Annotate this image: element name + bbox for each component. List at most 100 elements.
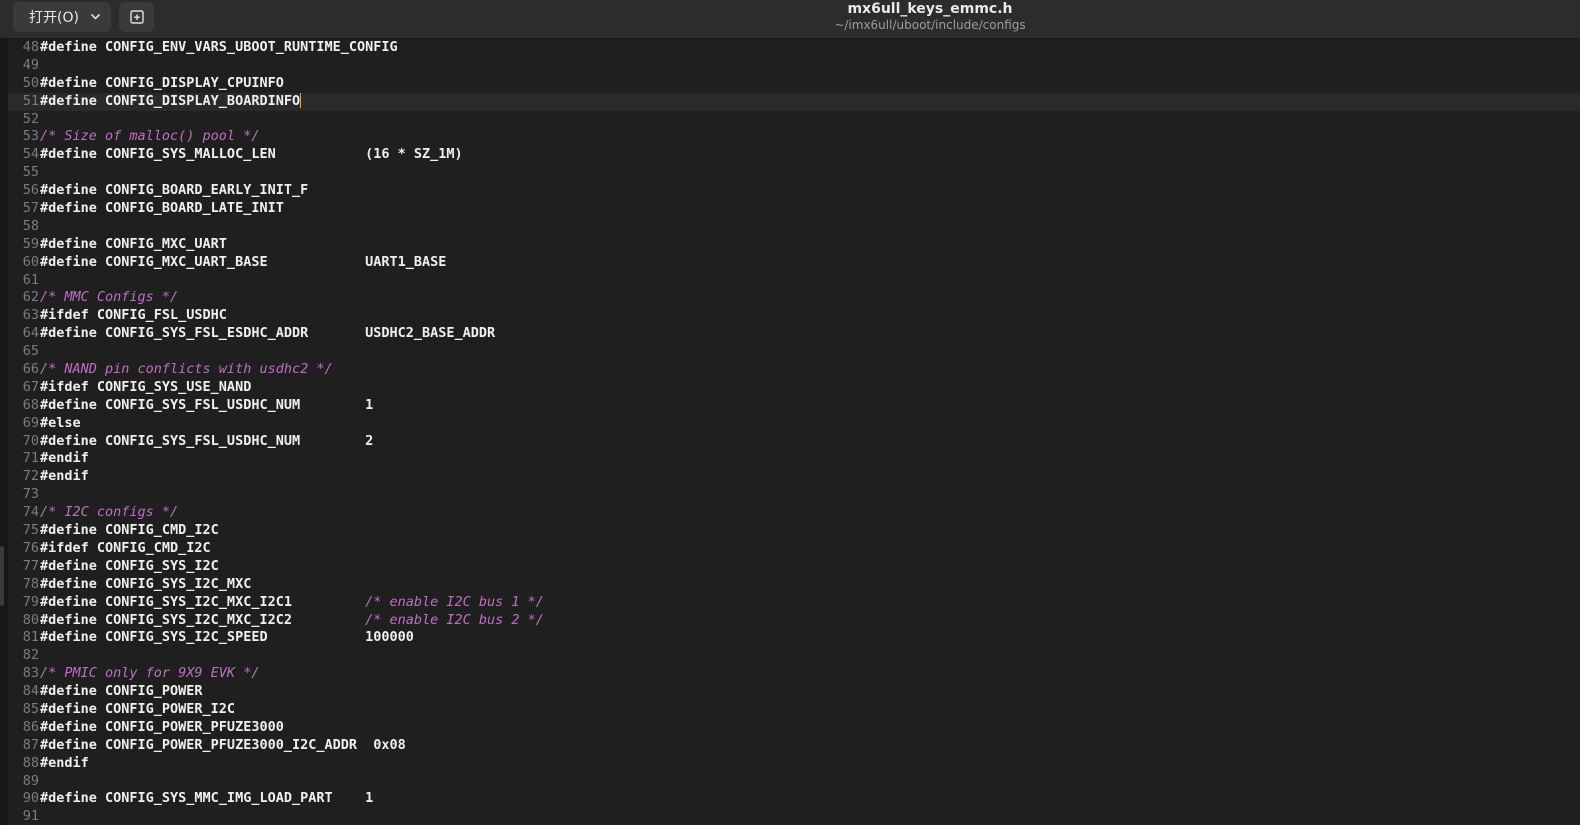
line-number: 74	[22, 504, 39, 521]
code-line[interactable]: 79 #define CONFIG_SYS_I2C_MXC_I2C1 /* ena…	[8, 594, 1580, 612]
line-number: 62	[22, 289, 39, 306]
code-line[interactable]: 58	[8, 218, 1580, 236]
code-line[interactable]: 67 #ifdef CONFIG_SYS_USE_NAND	[8, 379, 1580, 397]
code-line[interactable]: 65	[8, 343, 1580, 361]
code-line[interactable]: 85 #define CONFIG_POWER_I2C	[8, 701, 1580, 719]
line-number: 78	[22, 575, 39, 592]
code-line[interactable]: 68 #define CONFIG_SYS_FSL_USDHC_NUM 1	[8, 397, 1580, 415]
line-code: #define CONFIG_MXC_UART_BASE UART1_BASE	[40, 254, 446, 272]
line-number: 89	[22, 772, 39, 789]
code-line[interactable]: 56 #define CONFIG_BOARD_EARLY_INIT_F	[8, 182, 1580, 200]
code-text: #define CONFIG_POWER_PFUZE3000_I2C_ADDR …	[40, 736, 406, 753]
code-line[interactable]: 63 #ifdef CONFIG_FSL_USDHC	[8, 307, 1580, 325]
code-line[interactable]: 87 #define CONFIG_POWER_PFUZE3000_I2C_ADD…	[8, 737, 1580, 755]
code-line[interactable]: 91	[8, 808, 1580, 825]
code-line[interactable]: 74/* I2C configs */	[8, 504, 1580, 522]
code-line[interactable]: 70 #define CONFIG_SYS_FSL_USDHC_NUM 2	[8, 433, 1580, 451]
new-document-button[interactable]	[119, 2, 154, 32]
code-line[interactable]: 73	[8, 486, 1580, 504]
line-code: #define CONFIG_SYS_I2C_MXC_I2C1 /* enabl…	[40, 594, 544, 612]
line-code: #define CONFIG_POWER_I2C	[40, 701, 235, 719]
line-code: #endif	[40, 755, 89, 773]
code-line[interactable]: 55	[8, 164, 1580, 182]
code-line[interactable]: 76 #ifdef CONFIG_CMD_I2C	[8, 540, 1580, 558]
code-line[interactable]: 84 #define CONFIG_POWER	[8, 683, 1580, 701]
line-number: 87	[22, 736, 39, 753]
code-line[interactable]: 49	[8, 57, 1580, 75]
code-line[interactable]: 54 #define CONFIG_SYS_MALLOC_LEN (16 * SZ…	[8, 146, 1580, 164]
line-number: 91	[22, 808, 39, 825]
code-text: #ifdef CONFIG_FSL_USDHC	[40, 307, 227, 324]
code-line[interactable]: 57 #define CONFIG_BOARD_LATE_INIT	[8, 200, 1580, 218]
code-line[interactable]: 83/* PMIC only for 9X9 EVK */	[8, 665, 1580, 683]
line-code: #define CONFIG_BOARD_EARLY_INIT_F	[40, 182, 308, 200]
line-code: #define CONFIG_SYS_I2C_MXC_I2C2 /* enabl…	[40, 612, 544, 630]
code-text: #define CONFIG_SYS_FSL_ESDHC_ADDR USDHC2…	[40, 325, 496, 342]
code-comment: /* MMC Configs */	[40, 289, 179, 306]
line-code: #define CONFIG_SYS_MMC_IMG_LOAD_PART 1	[40, 790, 373, 808]
code-line[interactable]: 69 #else	[8, 415, 1580, 433]
line-code: #ifdef CONFIG_FSL_USDHC	[40, 307, 227, 325]
line-number: 81	[22, 629, 39, 646]
code-text: #define CONFIG_BOARD_EARLY_INIT_F	[40, 182, 309, 199]
code-line[interactable]: 60 #define CONFIG_MXC_UART_BASE UART1_BAS…	[8, 254, 1580, 272]
line-number: 50	[22, 74, 39, 91]
line-code: #define CONFIG_ENV_VARS_UBOOT_RUNTIME_CO…	[40, 39, 398, 57]
line-code: #define CONFIG_DISPLAY_CPUINFO	[40, 75, 284, 93]
code-line[interactable]: 90 #define CONFIG_SYS_MMC_IMG_LOAD_PART 1	[8, 790, 1580, 808]
code-line[interactable]: 72 #endif	[8, 468, 1580, 486]
line-number: 49	[22, 56, 39, 73]
code-line[interactable]: 88 #endif	[8, 755, 1580, 773]
code-line[interactable]: 61	[8, 272, 1580, 290]
code-text: #define CONFIG_POWER_PFUZE3000	[40, 718, 284, 735]
code-text: #define CONFIG_MXC_UART	[40, 235, 227, 252]
code-text: #endif	[40, 450, 89, 467]
line-code: #define CONFIG_DISPLAY_BOARDINFO	[40, 93, 302, 111]
new-tab-icon	[129, 10, 144, 24]
code-line[interactable]: 66/* NAND pin conflicts with usdhc2 */	[8, 361, 1580, 379]
line-code: #ifdef CONFIG_CMD_I2C	[40, 540, 211, 558]
code-line[interactable]: 62/* MMC Configs */	[8, 289, 1580, 307]
code-text: #define CONFIG_DISPLAY_CPUINFO	[40, 74, 284, 91]
code-line[interactable]: 53/* Size of malloc() pool */	[8, 128, 1580, 146]
open-file-button[interactable]: 打开(O)	[13, 2, 111, 32]
code-line[interactable]: 80 #define CONFIG_SYS_I2C_MXC_I2C2 /* ena…	[8, 612, 1580, 630]
code-line[interactable]: 89	[8, 773, 1580, 791]
code-line[interactable]: 86 #define CONFIG_POWER_PFUZE3000	[8, 719, 1580, 737]
code-line[interactable]: 51 #define CONFIG_DISPLAY_BOARDINFO	[8, 92, 1580, 111]
code-line[interactable]: 52	[8, 111, 1580, 129]
line-number: 61	[22, 271, 39, 288]
code-line[interactable]: 75 #define CONFIG_CMD_I2C	[8, 522, 1580, 540]
code-line[interactable]: 82	[8, 647, 1580, 665]
code-line[interactable]: 78 #define CONFIG_SYS_I2C_MXC	[8, 576, 1580, 594]
line-number: 76	[22, 539, 39, 556]
scroll-marker[interactable]	[0, 546, 4, 606]
code-comment: /* enable I2C bus 2 */	[365, 611, 544, 628]
line-number: 60	[22, 253, 39, 270]
code-line[interactable]: 48 #define CONFIG_ENV_VARS_UBOOT_RUNTIME_…	[8, 39, 1580, 57]
text-editor-window: 打开(O) mx6ull_keys_emmc.h ~/imx6ull/uboot…	[0, 0, 1580, 825]
code-lines[interactable]: 48 #define CONFIG_ENV_VARS_UBOOT_RUNTIME_…	[8, 39, 1580, 825]
code-text: #define CONFIG_ENV_VARS_UBOOT_RUNTIME_CO…	[40, 39, 398, 55]
code-line[interactable]: 81 #define CONFIG_SYS_I2C_SPEED 100000	[8, 629, 1580, 647]
line-number: 73	[22, 486, 39, 503]
code-text: #define CONFIG_SYS_I2C_MXC_I2C1	[40, 593, 366, 610]
open-file-label: 打开(O)	[29, 10, 79, 26]
chevron-down-icon	[90, 13, 101, 20]
code-line[interactable]: 50 #define CONFIG_DISPLAY_CPUINFO	[8, 75, 1580, 93]
line-number: 65	[22, 343, 39, 360]
line-number: 84	[22, 683, 39, 700]
line-number: 85	[22, 700, 39, 717]
code-editor[interactable]: 48 #define CONFIG_ENV_VARS_UBOOT_RUNTIME_…	[0, 39, 1580, 825]
code-line[interactable]: 64 #define CONFIG_SYS_FSL_ESDHC_ADDR USDH…	[8, 325, 1580, 343]
code-text: #define CONFIG_SYS_MALLOC_LEN (16 * SZ_1…	[40, 146, 463, 163]
line-code: #define CONFIG_SYS_I2C_MXC	[40, 576, 251, 594]
code-line[interactable]: 71 #endif	[8, 450, 1580, 468]
header-bar: 打开(O) mx6ull_keys_emmc.h ~/imx6ull/uboot…	[0, 0, 1580, 39]
line-number: 59	[22, 235, 39, 252]
line-code: #define CONFIG_MXC_UART	[40, 236, 227, 254]
line-code: #define CONFIG_POWER	[40, 683, 203, 701]
code-line[interactable]: 59 #define CONFIG_MXC_UART	[8, 236, 1580, 254]
line-code: #define CONFIG_SYS_I2C	[40, 558, 219, 576]
code-line[interactable]: 77 #define CONFIG_SYS_I2C	[8, 558, 1580, 576]
